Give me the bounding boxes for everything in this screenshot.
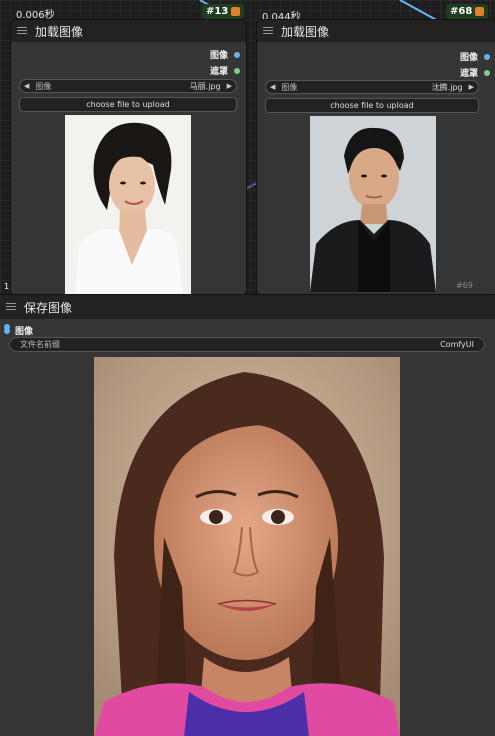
upload-button[interactable]: choose file to upload	[265, 98, 479, 113]
node-header[interactable]: 保存图像	[0, 295, 495, 319]
combo-value: 马丽.jpg	[189, 81, 221, 91]
node-header[interactable]: 加载图像	[257, 20, 495, 42]
save-image-node[interactable]: 保存图像 图像 文件名前缀 ComfyUI	[0, 294, 495, 736]
arrow-left-icon[interactable]: ◀	[270, 83, 275, 91]
node-counter: 1	[4, 282, 10, 291]
man-portrait-photo	[310, 116, 436, 292]
combo-label: 图像	[281, 82, 298, 92]
output-dot-icon	[234, 51, 240, 58]
load-image-node-left[interactable]: 加载图像 图像 遮罩 ◀ 图像 马丽.jpg ▶ choose file to …	[10, 19, 247, 296]
output-dot-icon	[234, 67, 240, 74]
combo-value: 沈腾.jpg	[431, 82, 463, 92]
node-id-badge-right: #68	[446, 4, 489, 19]
node-id-overlay: #69	[456, 281, 473, 290]
load-image-node-right[interactable]: 加载图像 图像 遮罩 ◀ 图像 沈腾.jpg ▶ choose file to …	[256, 19, 495, 296]
output-image[interactable]: 图像	[210, 48, 240, 61]
image-select-combo[interactable]: ◀ 图像 马丽.jpg ▶	[19, 79, 237, 93]
woman-portrait-photo	[65, 115, 191, 295]
output-image[interactable]: 图像	[460, 50, 490, 63]
menu-icon[interactable]	[17, 27, 27, 35]
fox-icon	[231, 7, 241, 16]
field-label: 文件名前缀	[20, 340, 60, 349]
filename-prefix-field[interactable]: 文件名前缀 ComfyUI	[9, 337, 485, 352]
image-preview-man	[310, 116, 436, 292]
output-label: 图像	[209, 51, 228, 61]
node-id-text: #68	[450, 6, 473, 17]
output-label: 遮罩	[209, 67, 228, 77]
output-mask[interactable]: 遮罩	[460, 66, 490, 79]
arrow-left-icon[interactable]: ◀	[24, 82, 29, 90]
input-label: 图像	[15, 327, 34, 337]
fox-icon	[475, 7, 485, 16]
output-label: 图像	[459, 53, 478, 63]
combo-label: 图像	[35, 81, 52, 91]
node-title: 加载图像	[281, 24, 330, 39]
output-image-preview	[94, 357, 400, 736]
node-id-text: #13	[206, 6, 229, 17]
arrow-right-icon[interactable]: ▶	[227, 82, 232, 90]
output-mask[interactable]: 遮罩	[210, 64, 240, 77]
upload-button[interactable]: choose file to upload	[19, 97, 237, 112]
node-header[interactable]: 加载图像	[11, 20, 246, 42]
image-preview-woman	[65, 115, 191, 295]
image-select-combo[interactable]: ◀ 图像 沈腾.jpg ▶	[265, 80, 479, 94]
node-canvas[interactable]: 0.006秒 0.044秒 #13 #68 加载图像 图像 遮罩 ◀ 图像 马丽…	[0, 0, 495, 736]
output-label: 遮罩	[459, 69, 478, 79]
generated-girl-portrait	[94, 357, 400, 736]
menu-icon[interactable]	[263, 27, 273, 35]
output-dot-icon	[484, 69, 490, 76]
field-value: ComfyUI	[440, 340, 474, 349]
menu-icon[interactable]	[6, 303, 16, 311]
input-connection-icon	[4, 324, 10, 330]
arrow-right-icon[interactable]: ▶	[469, 83, 474, 91]
node-title: 保存图像	[24, 300, 73, 315]
output-dot-icon	[484, 53, 490, 60]
node-title: 加载图像	[35, 24, 84, 39]
node-id-badge-left: #13	[202, 4, 245, 19]
